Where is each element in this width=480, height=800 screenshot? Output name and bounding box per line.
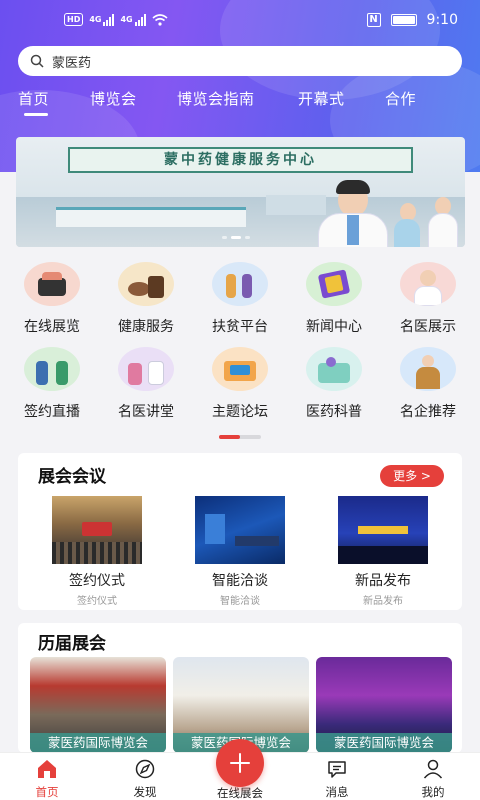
poverty-relief-icon (212, 262, 268, 306)
add-button[interactable] (216, 739, 264, 787)
science-icon (306, 347, 362, 391)
top-tabs: 首页 博览会 博览会指南 开幕式 合作 (0, 88, 480, 120)
past-expo-caption: 蒙医药国际博览会 (316, 733, 452, 753)
tab-cooperation[interactable]: 合作 (385, 88, 416, 109)
meetings-card: 展会会议 更多 > 签约仪式 签约仪式 智能洽谈 智能洽谈 新品发布 新品发布 (18, 453, 462, 610)
nurse-image-2 (426, 197, 460, 247)
wifi-icon (152, 13, 168, 26)
grid-item-health-service[interactable]: 健康服务 (98, 262, 194, 336)
news-icon (306, 262, 362, 306)
search-input[interactable]: 蒙医药 (52, 52, 91, 71)
grid-item-poverty-relief[interactable]: 扶贫平台 (192, 262, 288, 336)
grid-item-doctor[interactable]: 名医展示 (380, 262, 476, 336)
carousel-dots (222, 236, 250, 239)
past-expo-item[interactable]: 蒙医药国际博览会 (316, 657, 452, 753)
enterprise-icon (400, 347, 456, 391)
past-expos-title: 历届展会 (38, 634, 106, 654)
search-icon (30, 54, 44, 68)
compass-icon (135, 759, 155, 779)
grid-item-lecture[interactable]: 名医讲堂 (98, 347, 194, 421)
past-expo-item[interactable]: 蒙医药国际博览会 (30, 657, 166, 753)
tab-expo[interactable]: 博览会 (90, 88, 137, 109)
search-bar[interactable]: 蒙医药 (18, 46, 462, 76)
meeting-subtitle: 签约仪式 (77, 596, 117, 607)
meeting-title: 智能洽谈 (212, 573, 268, 589)
grid-item-enterprise[interactable]: 名企推荐 (380, 347, 476, 421)
message-icon (328, 761, 346, 778)
contract-live-icon (24, 347, 80, 391)
lecture-icon (118, 347, 174, 391)
grid-page-indicator (219, 435, 261, 439)
grid-item-contract-live[interactable]: 签约直播 (4, 347, 100, 421)
nurse-image (392, 203, 422, 247)
grid-item-forum[interactable]: 主题论坛 (192, 347, 288, 421)
banner-title: 蒙中药健康服务中心 (68, 147, 413, 173)
doctor-image (314, 180, 392, 247)
network-type: 4G (89, 15, 102, 24)
meeting-title: 签约仪式 (69, 573, 125, 589)
doctor-icon (400, 262, 456, 306)
nfc-icon: N (366, 13, 381, 27)
tab-opening[interactable]: 开幕式 (298, 88, 345, 109)
meeting-item-signing[interactable]: 签约仪式 签约仪式 (52, 496, 142, 607)
health-service-icon (118, 262, 174, 306)
battery-icon (390, 14, 417, 26)
nav-profile[interactable]: 我的 (398, 759, 468, 800)
nav-messages[interactable]: 消息 (302, 759, 372, 800)
meeting-photo (338, 496, 428, 564)
grid-item-news[interactable]: 新闻中心 (286, 262, 382, 336)
forum-icon (212, 347, 268, 391)
tab-home[interactable]: 首页 (18, 88, 49, 116)
tab-expo-guide[interactable]: 博览会指南 (177, 88, 255, 109)
clock: 9:10 (426, 12, 458, 28)
more-button[interactable]: 更多 > (380, 465, 444, 487)
past-expos-card: 历届展会 蒙医药国际博览会 蒙医药国际博览会 蒙医药国际博览会 (18, 623, 462, 753)
meeting-photo (195, 496, 285, 564)
grid-item-exhibition[interactable]: 在线展览 (4, 262, 100, 336)
meeting-item-negotiation[interactable]: 智能洽谈 智能洽谈 (195, 496, 285, 607)
network-type-2: 4G (120, 15, 133, 24)
meeting-subtitle: 智能洽谈 (220, 596, 260, 607)
hd-badge: HD (64, 13, 84, 26)
exhibition-icon (24, 262, 80, 306)
nav-discover[interactable]: 发现 (110, 759, 180, 800)
meeting-subtitle: 新品发布 (363, 596, 403, 607)
meeting-item-launch[interactable]: 新品发布 新品发布 (338, 496, 428, 607)
grid-item-science[interactable]: 医药科普 (286, 347, 382, 421)
nav-home[interactable]: 首页 (12, 759, 82, 800)
active-tab-indicator (24, 113, 48, 116)
user-icon (423, 759, 443, 779)
meetings-title: 展会会议 (38, 467, 106, 487)
meeting-photo (52, 496, 142, 564)
meeting-title: 新品发布 (355, 573, 411, 589)
home-icon (38, 760, 56, 778)
banner-carousel[interactable]: 蒙中药健康服务中心 (16, 137, 465, 247)
signal-icon-2 (134, 13, 146, 26)
status-bar: HD 4G 4G N 9:10 (0, 0, 480, 42)
signal-icon (103, 13, 115, 26)
past-expo-caption: 蒙医药国际博览会 (30, 733, 166, 753)
